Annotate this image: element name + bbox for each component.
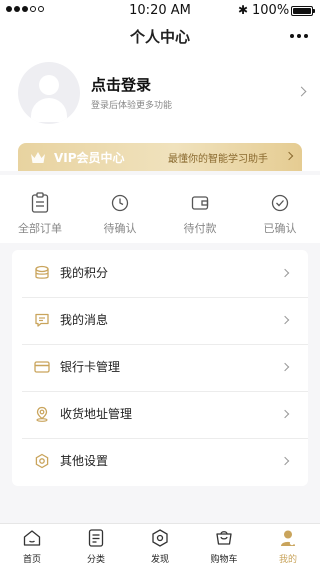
discover-icon [152, 529, 168, 547]
tab-discover[interactable]: 发现 [128, 524, 192, 569]
wallet-icon [191, 196, 209, 210]
vip-title: VIP会员中心 [54, 151, 125, 165]
order-pending-payment-label: 待付款 [183, 222, 217, 235]
tab-label: 我的 [278, 555, 297, 565]
tab-bar: 首页 分类 发现 购物车 我的 [0, 523, 320, 569]
chevron-right-icon [280, 362, 290, 372]
order-all[interactable]: 全部订单 [0, 186, 80, 241]
bluetooth-icon: ✱ [238, 3, 249, 17]
order-pending-payment[interactable]: 待付款 [160, 186, 240, 241]
check-circle-icon [271, 194, 289, 212]
chevron-right-icon [284, 151, 294, 161]
order-pending-confirm[interactable]: 待确认 [80, 186, 160, 241]
tab-profile[interactable]: 我的 [256, 524, 320, 569]
chevron-right-icon [280, 409, 290, 419]
menu-item-label: 银行卡管理 [60, 360, 121, 374]
tab-label: 发现 [150, 555, 169, 565]
menu-item-settings[interactable]: 其他设置 [12, 438, 308, 485]
page-title: 个人中心 [129, 28, 190, 46]
order-confirmed-label: 已确认 [263, 222, 297, 235]
nav-bar: 个人中心 [0, 22, 320, 50]
chevron-right-icon [280, 315, 290, 325]
battery-icon [291, 6, 315, 16]
order-status-row: 全部订单 待确认 待付款 已确认 [0, 186, 320, 241]
location-icon [36, 406, 48, 422]
chevron-right-icon [280, 268, 290, 278]
chevron-right-icon [280, 456, 290, 466]
vip-slogan: 最懂你的智能学习助手 [168, 154, 268, 165]
menu-item-label: 收货地址管理 [60, 407, 133, 421]
login-title[interactable]: 点击登录 [91, 74, 151, 95]
status-bar: 10:20 AM ✱ 100% [0, 0, 320, 22]
crown-icon [31, 152, 45, 163]
bank-card-icon [34, 361, 50, 373]
clock-icon [111, 194, 129, 212]
menu-item-messages[interactable]: 我的消息 [12, 297, 308, 344]
order-all-label: 全部订单 [18, 222, 62, 235]
tab-label: 分类 [86, 555, 105, 565]
login-subtitle: 登录后体验更多功能 [91, 101, 173, 111]
category-icon [88, 529, 104, 547]
tab-home[interactable]: 首页 [0, 524, 64, 569]
menu-item-label: 其他设置 [60, 454, 109, 468]
menu-item-bank-card[interactable]: 银行卡管理 [12, 344, 308, 391]
tab-category[interactable]: 分类 [64, 524, 128, 569]
tab-cart[interactable]: 购物车 [192, 524, 256, 569]
order-list-icon [31, 192, 49, 213]
order-confirmed[interactable]: 已确认 [240, 186, 320, 241]
order-pending-confirm-label: 待确认 [103, 222, 137, 235]
divider [0, 171, 320, 175]
points-icon [35, 265, 49, 279]
menu-item-label: 我的积分 [60, 266, 109, 280]
tab-label: 首页 [22, 555, 41, 565]
avatar[interactable] [18, 62, 80, 124]
vip-banner[interactable]: VIP会员中心 最懂你的智能学习助手 [18, 143, 302, 171]
menu-item-address[interactable]: 收货地址管理 [12, 391, 308, 438]
battery-percent: 100% [252, 3, 290, 18]
message-icon [35, 313, 49, 327]
menu-card: 我的积分 我的消息 银行卡管理 收货地址管理 其他设置 [12, 250, 308, 486]
cart-icon [216, 531, 232, 545]
tab-label: 购物车 [210, 555, 238, 565]
profile-icon [281, 530, 295, 546]
profile-login-row[interactable]: 点击登录 登录后体验更多功能 [0, 58, 320, 138]
home-icon [23, 530, 41, 546]
chevron-right-icon [296, 86, 307, 97]
menu-item-points[interactable]: 我的积分 [12, 250, 308, 297]
more-icon[interactable] [290, 34, 308, 38]
menu-item-label: 我的消息 [60, 313, 109, 327]
settings-icon [35, 453, 49, 469]
